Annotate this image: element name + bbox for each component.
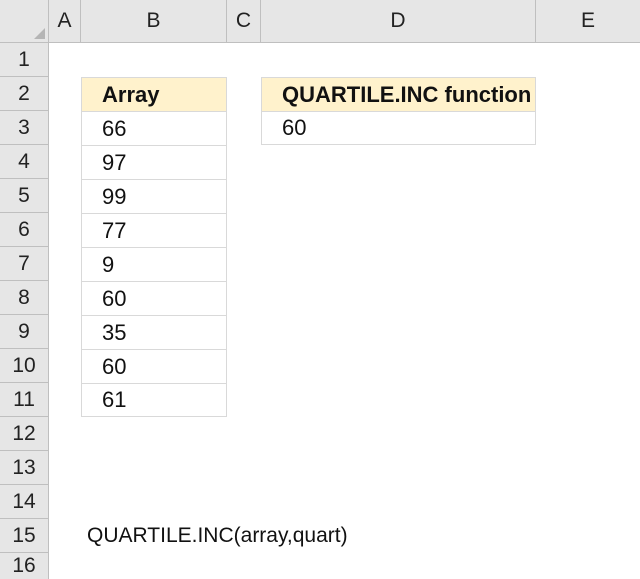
array-value-cell[interactable]: 97 xyxy=(81,145,227,180)
row-header-8[interactable]: 8 xyxy=(0,281,49,315)
row-header-14[interactable]: 14 xyxy=(0,485,49,519)
row-header-9[interactable]: 9 xyxy=(0,315,49,349)
array-value-cell[interactable]: 99 xyxy=(81,179,227,214)
row-header-11[interactable]: 11 xyxy=(0,383,49,417)
column-header-a[interactable]: A xyxy=(49,0,81,43)
array-value-cell[interactable]: 60 xyxy=(81,349,227,384)
array-value-cell[interactable]: 60 xyxy=(81,281,227,316)
column-header-d[interactable]: D xyxy=(261,0,536,43)
row-header-15[interactable]: 15 xyxy=(0,519,49,553)
array-value-cell[interactable]: 77 xyxy=(81,213,227,248)
row-header-5[interactable]: 5 xyxy=(0,179,49,213)
row-header-13[interactable]: 13 xyxy=(0,451,49,485)
column-header-b[interactable]: B xyxy=(81,0,227,43)
function-result-cell[interactable]: 60 xyxy=(261,111,536,145)
array-value-cell[interactable]: 35 xyxy=(81,315,227,350)
row-header-12[interactable]: 12 xyxy=(0,417,49,451)
select-all-corner[interactable] xyxy=(0,0,49,43)
array-value-cell[interactable]: 9 xyxy=(81,247,227,282)
row-header-1[interactable]: 1 xyxy=(0,43,49,77)
array-value-cell[interactable]: 61 xyxy=(81,383,227,417)
function-header-cell[interactable]: QUARTILE.INC function xyxy=(261,77,536,112)
array-value-cell[interactable]: 66 xyxy=(81,111,227,146)
column-header-c[interactable]: C xyxy=(227,0,261,43)
array-header-cell[interactable]: Array xyxy=(81,77,227,112)
column-header-e[interactable]: E xyxy=(536,0,640,43)
spreadsheet-grid: A B C D E 1 2 3 4 5 6 7 8 9 10 11 12 13 … xyxy=(0,0,640,579)
row-header-6[interactable]: 6 xyxy=(0,213,49,247)
row-header-7[interactable]: 7 xyxy=(0,247,49,281)
select-all-triangle-icon xyxy=(34,28,45,39)
row-header-3[interactable]: 3 xyxy=(0,111,49,145)
syntax-text-cell[interactable]: QUARTILE.INC(array,quart) xyxy=(87,519,348,553)
row-header-10[interactable]: 10 xyxy=(0,349,49,383)
row-header-4[interactable]: 4 xyxy=(0,145,49,179)
row-header-16[interactable]: 16 xyxy=(0,553,49,579)
row-header-2[interactable]: 2 xyxy=(0,77,49,111)
